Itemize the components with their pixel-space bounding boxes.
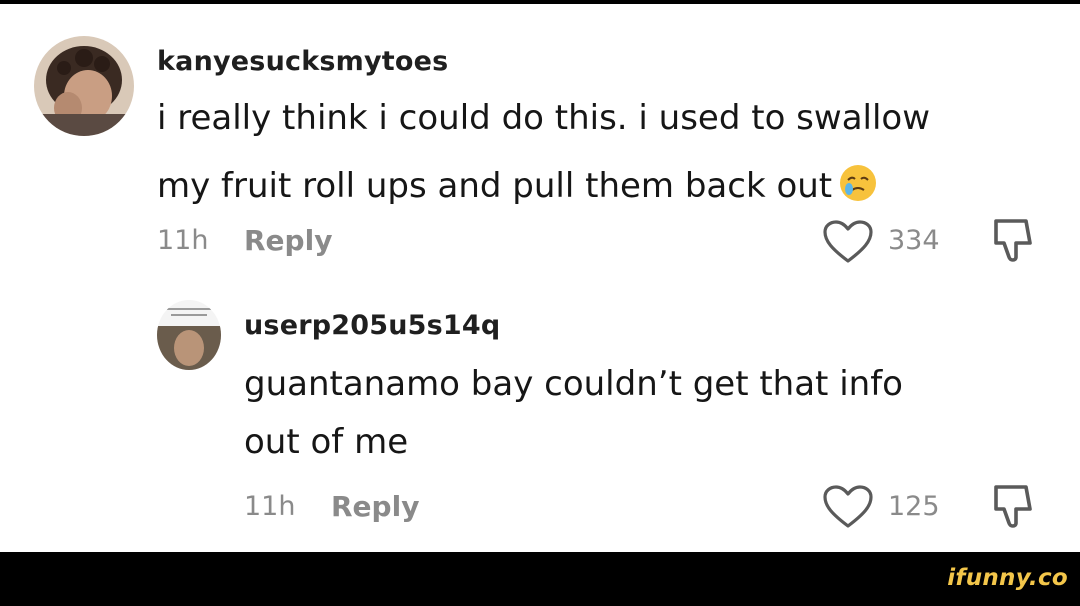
- heart-icon[interactable]: [822, 485, 874, 533]
- avatar[interactable]: [34, 36, 134, 136]
- reply-button[interactable]: Reply: [244, 224, 332, 257]
- comment-username[interactable]: kanyesucksmytoes: [157, 46, 448, 77]
- comment-username[interactable]: userp205u5s14q: [244, 310, 500, 341]
- like-count: 334: [888, 225, 940, 256]
- comment-text-line: out of me: [244, 422, 409, 462]
- crying-face-emoji-icon: [838, 163, 878, 212]
- comment-text-line: i really think i could do this. i used t…: [157, 98, 931, 138]
- comments-panel: [0, 4, 1080, 552]
- comment-timestamp: 11h: [157, 225, 209, 256]
- avatar[interactable]: [157, 300, 221, 370]
- heart-icon[interactable]: [822, 220, 874, 268]
- watermark: ifunny.co: [947, 565, 1068, 591]
- comment-text-line-2: my fruit roll ups and pull them back out: [157, 166, 833, 206]
- footer-bar: [0, 552, 1080, 606]
- comment-text-line: guantanamo bay couldn’t get that info: [244, 364, 903, 404]
- reply-button[interactable]: Reply: [331, 490, 419, 523]
- comment-text-line: my fruit roll ups and pull them back out: [157, 163, 878, 212]
- comment-timestamp: 11h: [244, 491, 296, 522]
- dislike-icon[interactable]: [990, 483, 1036, 535]
- like-count: 125: [888, 491, 940, 522]
- dislike-icon[interactable]: [990, 217, 1036, 269]
